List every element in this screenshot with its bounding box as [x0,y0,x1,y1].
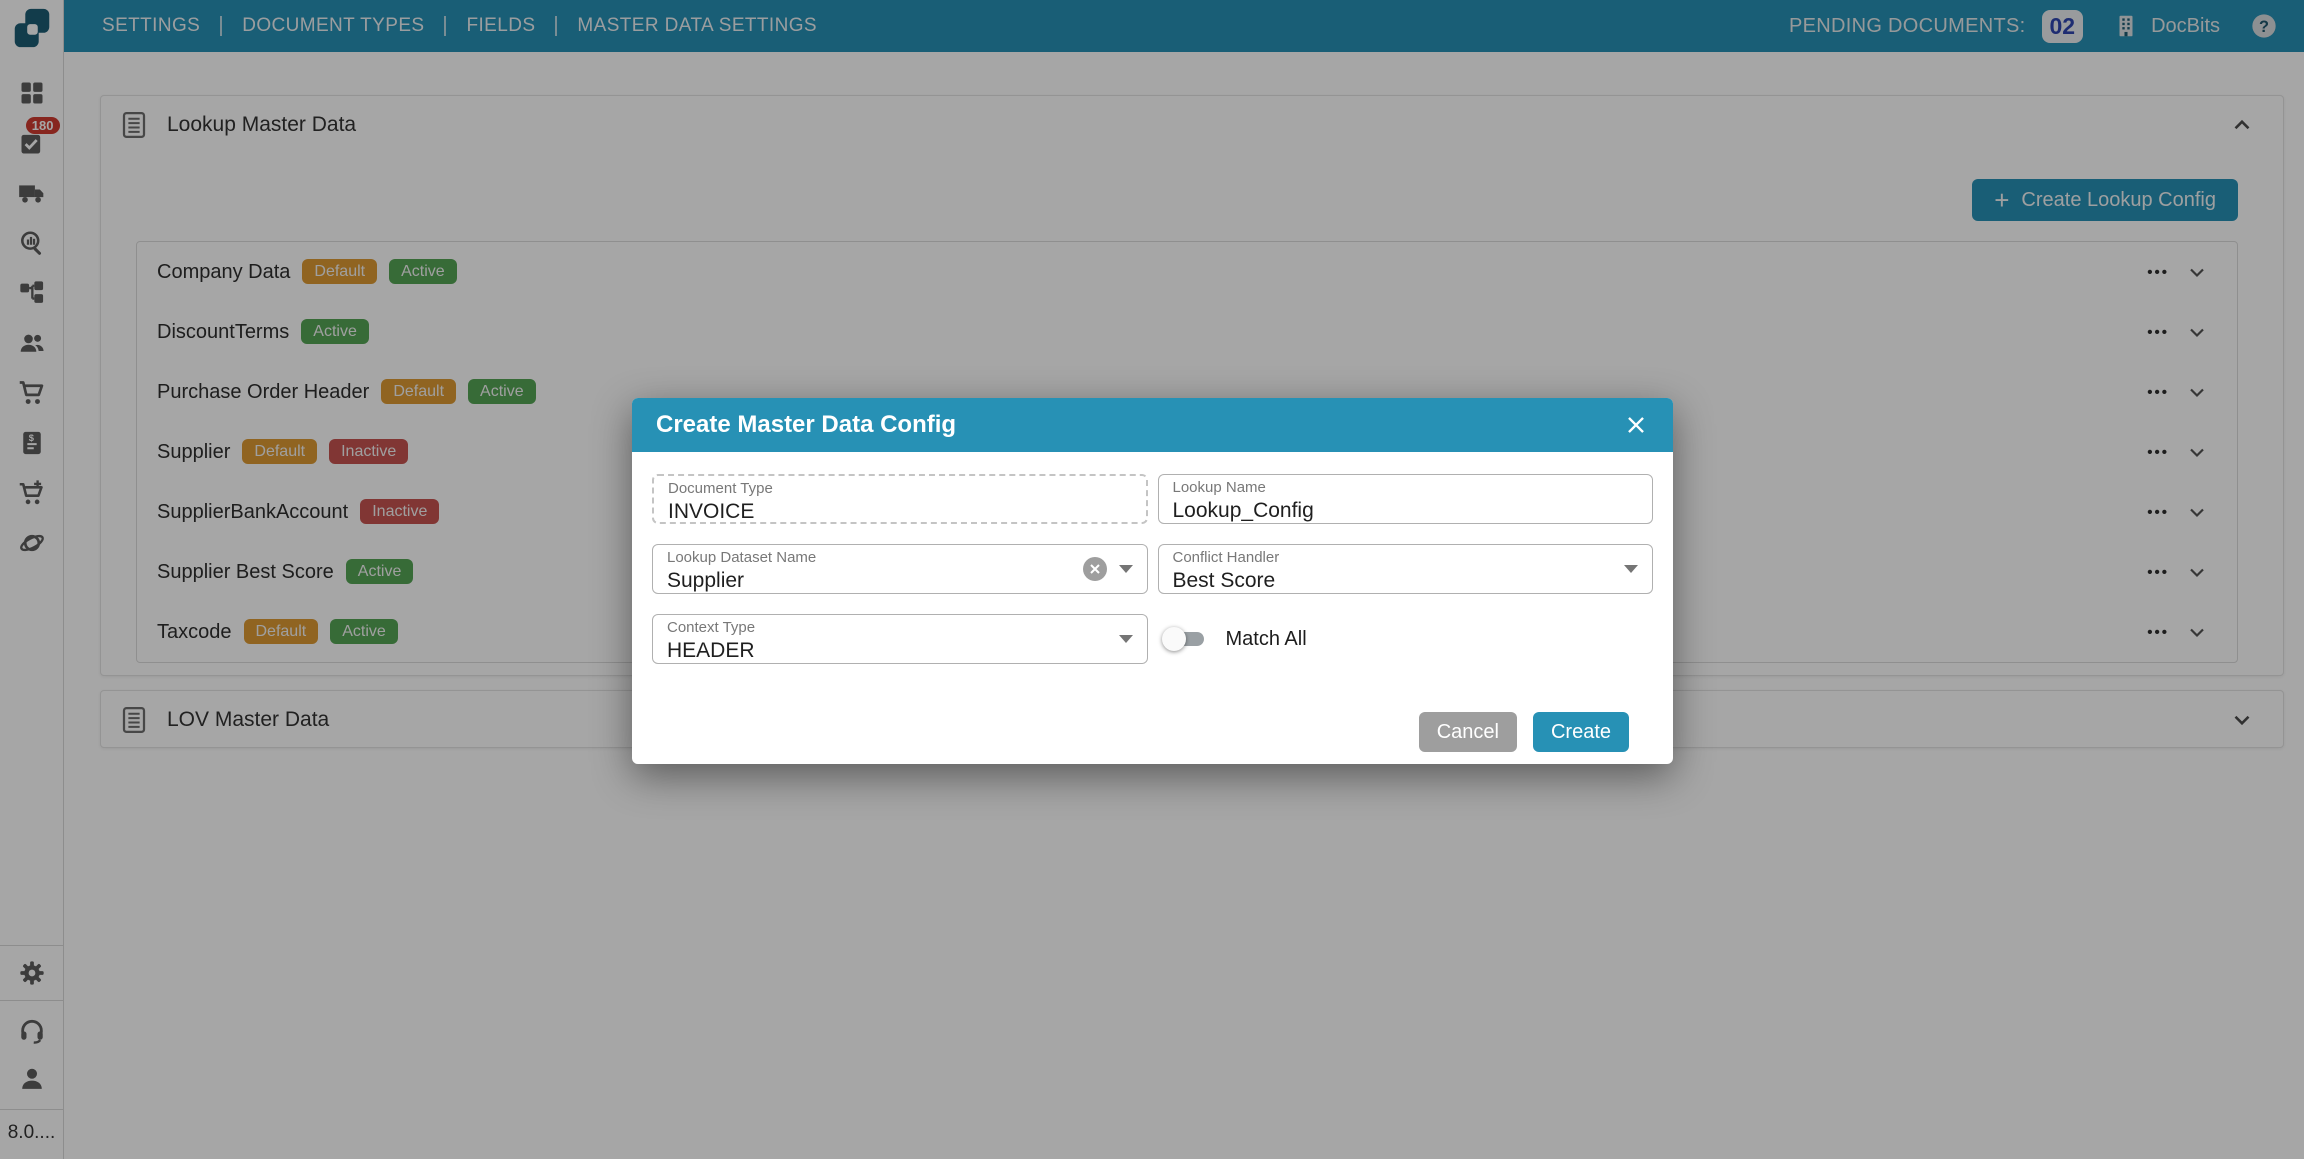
field-value: Best Score [1173,569,1639,593]
field-trailing [1083,557,1133,581]
field-label: Lookup Name [1173,480,1639,497]
dropdown-caret-icon[interactable] [1119,565,1133,573]
field-label: Context Type [667,620,1133,637]
modal-footer: Cancel Create [652,664,1653,764]
field-label: Lookup Dataset Name [667,550,1133,567]
form-grid: Document Type INVOICE Lookup Name Lookup… [652,474,1653,664]
cancel-button[interactable]: Cancel [1419,712,1517,752]
field-value: HEADER [667,639,1133,663]
field-trailing [1624,565,1638,573]
dropdown-caret-icon[interactable] [1119,635,1133,643]
modal-title: Create Master Data Config [656,411,956,439]
field-value: Supplier [667,569,1133,593]
dropdown-caret-icon[interactable] [1624,565,1638,573]
create-button[interactable]: Create [1533,712,1629,752]
context-type-select[interactable]: Context Type HEADER [652,614,1148,664]
field-label: Conflict Handler [1173,550,1639,567]
match-all-row: Match All [1158,614,1654,664]
match-all-toggle[interactable] [1162,627,1206,651]
clear-selection-icon[interactable] [1083,557,1107,581]
field-trailing [1119,635,1133,643]
field-value: Lookup_Config [1173,499,1639,523]
toggle-knob [1162,627,1186,651]
app-window: SETTINGSDOCUMENT TYPESFIELDSMASTER DATA … [0,0,2304,1159]
close-icon[interactable] [1623,412,1649,438]
conflict-handler-select[interactable]: Conflict Handler Best Score [1158,544,1654,594]
modal-body: Document Type INVOICE Lookup Name Lookup… [632,452,1673,764]
modal-header: Create Master Data Config [632,398,1673,452]
field-value: INVOICE [668,500,1132,524]
document-type-field: Document Type INVOICE [652,474,1148,524]
lookup-dataset-name-select[interactable]: Lookup Dataset Name Supplier [652,544,1148,594]
field-label: Document Type [668,481,1132,498]
create-master-data-config-modal: Create Master Data Config Document Type … [632,398,1673,764]
match-all-label: Match All [1226,628,1307,651]
lookup-name-field[interactable]: Lookup Name Lookup_Config [1158,474,1654,524]
